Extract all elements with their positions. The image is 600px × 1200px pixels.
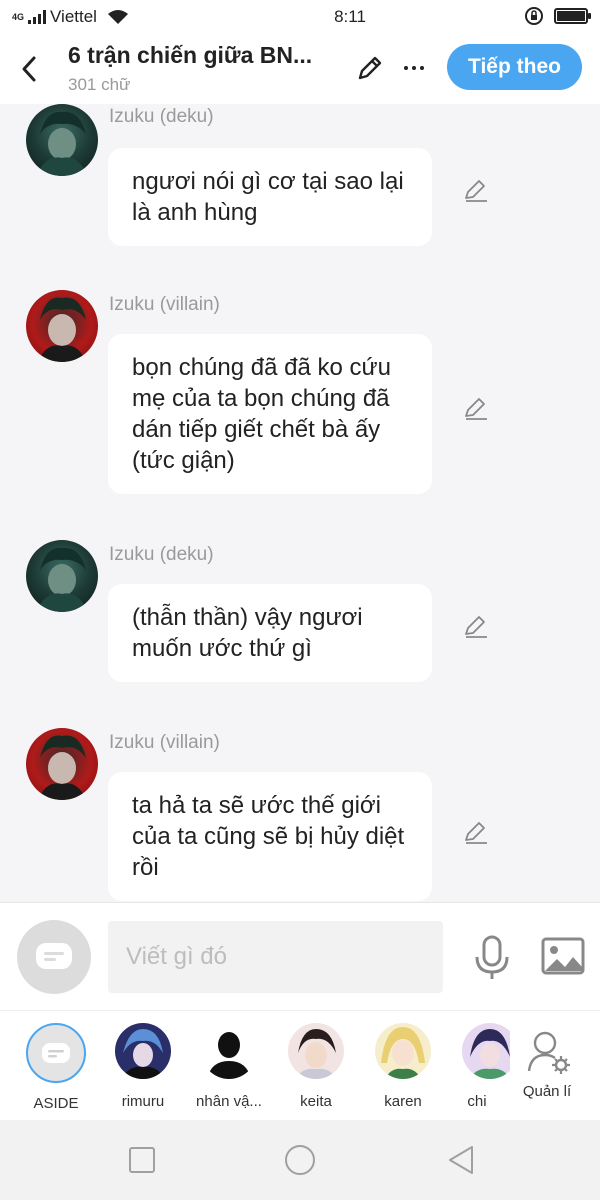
edit-title-button[interactable] — [352, 50, 388, 86]
character-karen[interactable]: karen — [363, 1023, 443, 1110]
chat-bubble-icon — [36, 943, 72, 969]
aside-avatar — [26, 1023, 86, 1083]
sender-name: Izuku (deku) — [109, 544, 214, 565]
villain-avatar[interactable] — [26, 290, 98, 362]
rimuru-avatar — [115, 1023, 171, 1079]
dot-icon — [420, 66, 424, 70]
default-person-avatar — [201, 1023, 257, 1079]
villain-avatar[interactable] — [26, 728, 98, 800]
dot-icon — [412, 66, 416, 70]
message-input[interactable] — [108, 921, 443, 993]
character-name: rimuru — [121, 1093, 165, 1110]
battery-icon — [554, 8, 591, 24]
sender-name: Izuku (deku) — [109, 106, 214, 127]
home-icon[interactable] — [284, 1144, 316, 1176]
composer-bar — [0, 902, 600, 1010]
back-nav-icon[interactable] — [446, 1144, 478, 1176]
character-name: Quản lí — [522, 1083, 572, 1100]
character-name: ASIDE — [33, 1095, 79, 1112]
pencil-icon[interactable] — [462, 394, 490, 422]
sender-name: Izuku (villain) — [109, 294, 220, 315]
image-icon[interactable] — [541, 937, 585, 977]
character-rimuru[interactable]: rimuru — [103, 1023, 183, 1110]
network-type: 4G — [12, 11, 25, 22]
message-bubble[interactable]: ngươi nói gì cơ tại sao lại là anh hùng — [108, 148, 432, 246]
character-name: chi — [467, 1093, 487, 1110]
pencil-icon — [358, 56, 382, 80]
signal-icon — [28, 10, 47, 24]
pencil-icon[interactable] — [462, 818, 490, 846]
character-chi[interactable]: chi — [450, 1023, 510, 1110]
pencil-icon[interactable] — [462, 176, 490, 204]
status-time: 8:11 — [334, 7, 366, 26]
aside-toggle-button[interactable] — [17, 920, 91, 994]
story-header: 6 trận chiến giữa BN... 301 chữ Tiếp the… — [0, 34, 600, 104]
chi-avatar — [462, 1023, 510, 1079]
back-button[interactable] — [4, 39, 54, 99]
character-name: nhân vậ... — [196, 1093, 262, 1110]
system-nav-bar — [0, 1120, 600, 1200]
title-block: 6 trận chiến giữa BN... 301 chữ — [68, 42, 338, 95]
character-aside[interactable]: ASIDE — [16, 1023, 96, 1112]
character-nhan-vat[interactable]: nhân vậ... — [189, 1023, 269, 1110]
character-keita[interactable]: keita — [276, 1023, 356, 1110]
character-bar[interactable]: ASIDE rimuru nhân vậ... keita karen chi … — [0, 1010, 600, 1120]
karen-avatar — [375, 1023, 431, 1079]
story-title[interactable]: 6 trận chiến giữa BN... — [68, 42, 338, 69]
wifi-icon — [107, 10, 128, 24]
status-left: 4G Viettel — [12, 7, 212, 27]
status-bar: 4G Viettel 8:11 — [0, 0, 600, 34]
microphone-icon[interactable] — [472, 935, 512, 981]
user-settings-icon — [527, 1031, 570, 1074]
deku-avatar[interactable] — [26, 540, 98, 612]
more-options-button[interactable] — [398, 50, 430, 86]
character-name: karen — [384, 1093, 422, 1110]
chat-bubble-icon — [42, 1043, 70, 1063]
status-right — [524, 6, 591, 26]
chat-area[interactable]: Izuku (deku) ngươi nói gì cơ tại sao lại… — [0, 104, 600, 902]
message-bubble[interactable]: ta hả ta sẽ ước thế giới của ta cũng sẽ … — [108, 772, 432, 901]
recent-apps-icon[interactable] — [126, 1144, 158, 1176]
carrier-name: Viettel — [50, 7, 97, 26]
message-bubble[interactable]: (thẫn thần) vậy ngươi muốn ước thứ gì — [108, 584, 432, 682]
manage-characters-button[interactable]: Quản lí — [507, 1023, 587, 1100]
dot-icon — [404, 66, 408, 70]
keita-avatar — [288, 1023, 344, 1079]
deku-avatar[interactable] — [26, 104, 98, 176]
character-name: keita — [300, 1093, 332, 1110]
rotation-lock-icon — [525, 7, 543, 25]
next-button[interactable]: Tiếp theo — [447, 44, 582, 90]
sender-name: Izuku (villain) — [109, 732, 220, 753]
word-count: 301 chữ — [68, 75, 131, 94]
chevron-left-icon — [22, 56, 36, 82]
message-bubble[interactable]: bọn chúng đã đã ko cứu mẹ của ta bọn chú… — [108, 334, 432, 494]
pencil-icon[interactable] — [462, 612, 490, 640]
